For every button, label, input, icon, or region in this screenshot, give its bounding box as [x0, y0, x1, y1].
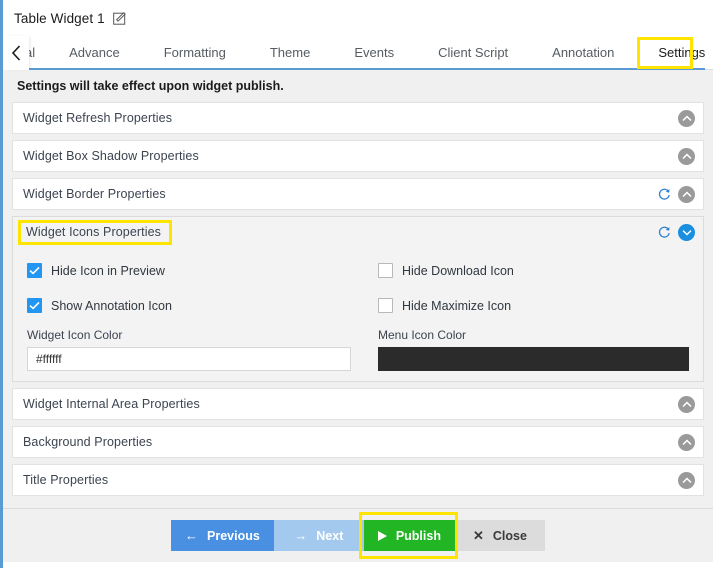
accordion-background-properties: Background Properties: [12, 426, 704, 458]
accordion-title-wrapper: Widget Icons Properties: [18, 219, 657, 245]
chevron-up-icon[interactable]: [678, 185, 695, 203]
tab-client-script[interactable]: Client Script: [416, 36, 530, 69]
chevron-up-icon[interactable]: [678, 109, 695, 127]
tab-label: Events: [354, 45, 395, 60]
tab-bar: al Advance Formatting Theme Events Clien…: [3, 36, 713, 70]
tab-label: Formatting: [163, 45, 226, 60]
settings-body: Settings will take effect upon widget pu…: [3, 70, 713, 562]
accordion-actions: [678, 109, 695, 127]
chevron-down-icon[interactable]: [678, 223, 695, 241]
accordion-header[interactable]: Widget Refresh Properties: [13, 103, 703, 133]
close-button[interactable]: ✕ Close: [454, 520, 545, 551]
tab-label: Theme: [269, 45, 311, 60]
menu-icon-color-field: Menu Icon Color: [365, 323, 689, 371]
chevron-up-icon[interactable]: [678, 471, 695, 489]
checkbox-label: Hide Download Icon: [402, 263, 514, 278]
tab-label: Advance: [69, 45, 120, 60]
checkbox-label: Hide Icon in Preview: [51, 263, 165, 278]
widget-icon-color-label: Widget Icon Color: [27, 328, 123, 342]
close-label: Close: [492, 528, 527, 543]
publish-button[interactable]: Publish: [363, 520, 455, 551]
next-label: Next: [316, 528, 344, 543]
accordion-header[interactable]: Widget Box Shadow Properties: [13, 141, 703, 171]
hide-maximize-icon-checkbox[interactable]: [378, 298, 393, 313]
accordion-title: Widget Internal Area Properties: [23, 397, 200, 411]
dialog-footer: ← Previous → Next Publish ✕ Close: [3, 508, 713, 562]
accordion-actions: [657, 185, 695, 203]
chevron-up-icon[interactable]: [678, 433, 695, 451]
accordion-actions: [657, 223, 695, 241]
accordion-actions: [678, 395, 695, 413]
accordion-title: Widget Border Properties: [23, 187, 166, 201]
next-button[interactable]: → Next: [273, 520, 364, 551]
show-annotation-icon-checkbox[interactable]: [27, 298, 42, 313]
checkbox-row-show-annotation-icon[interactable]: Show Annotation Icon: [27, 288, 351, 323]
tab-label: Settings: [658, 45, 706, 60]
accordion-header[interactable]: Title Properties: [13, 465, 703, 495]
widget-settings-dialog: Table Widget 1 al Advance Formatting The…: [0, 0, 713, 568]
chevron-left-icon: [11, 45, 20, 61]
hide-icon-in-preview-checkbox[interactable]: [27, 263, 42, 278]
accordion-list: Widget Refresh Properties Widget Box Sha…: [12, 102, 704, 497]
arrow-left-icon: ←: [185, 528, 199, 543]
tab-annotation[interactable]: Annotation: [530, 36, 636, 69]
check-icon: [29, 301, 40, 310]
chevron-up-icon[interactable]: [678, 147, 695, 165]
accordion-actions: [678, 147, 695, 165]
accordion-title: Widget Refresh Properties: [23, 111, 173, 125]
arrow-right-icon: →: [294, 528, 308, 543]
checkbox-label: Hide Maximize Icon: [402, 298, 512, 313]
accordion-header[interactable]: Widget Internal Area Properties: [13, 389, 703, 419]
accordion-widget-box-shadow-properties: Widget Box Shadow Properties: [12, 140, 704, 172]
checkbox-row-hide-icon-in-preview[interactable]: Hide Icon in Preview: [27, 253, 351, 288]
previous-button[interactable]: ← Previous: [171, 520, 274, 551]
chevron-up-icon[interactable]: [678, 395, 695, 413]
dialog-titlebar: Table Widget 1: [3, 0, 713, 36]
accordion-header[interactable]: Background Properties: [13, 427, 703, 457]
pencil-edit-icon[interactable]: [113, 11, 128, 26]
tab-label: Client Script: [438, 45, 509, 60]
accordion-header[interactable]: Widget Icons Properties: [13, 217, 703, 247]
widget-icons-form: Hide Icon in Preview Hide Download Icon …: [13, 247, 703, 371]
hide-download-icon-checkbox[interactable]: [378, 263, 393, 278]
accordion-title: Background Properties: [23, 435, 153, 449]
tab-theme[interactable]: Theme: [248, 36, 332, 69]
checkbox-row-hide-maximize-icon[interactable]: Hide Maximize Icon: [365, 288, 689, 323]
widget-icons-properties-highlight: Widget Icons Properties: [18, 219, 172, 245]
tab-advance[interactable]: Advance: [47, 36, 142, 69]
page-title: Table Widget 1: [14, 10, 105, 26]
accordion-widget-icons-properties: Widget Icons Properties Hide Icon in Pre…: [12, 216, 704, 382]
menu-icon-color-swatch[interactable]: [378, 347, 689, 371]
tab-events[interactable]: Events: [332, 36, 416, 69]
accordion-title: Widget Icons Properties: [26, 224, 161, 239]
accordion-title: Title Properties: [23, 473, 109, 487]
menu-icon-color-label: Menu Icon Color: [378, 328, 467, 342]
accordion-title: Widget Box Shadow Properties: [23, 149, 199, 163]
checkbox-label: Show Annotation Icon: [51, 298, 172, 313]
accordion-title-properties: Title Properties: [12, 464, 704, 496]
tab-formatting[interactable]: Formatting: [142, 36, 248, 69]
check-icon: [29, 266, 40, 275]
widget-icon-color-input[interactable]: #ffffff: [27, 347, 351, 371]
accordion-widget-refresh-properties: Widget Refresh Properties: [12, 102, 704, 134]
play-triangle-icon: [377, 530, 387, 541]
accordion-actions: [678, 471, 695, 489]
settings-notice: Settings will take effect upon widget pu…: [17, 79, 284, 93]
accordion-actions: [678, 433, 695, 451]
accordion-widget-border-properties: Widget Border Properties: [12, 178, 704, 210]
reset-refresh-icon[interactable]: [657, 187, 672, 202]
tabs-scroll-left-button[interactable]: [3, 36, 29, 70]
publish-button-wrapper: Publish: [358, 512, 458, 559]
tab-settings[interactable]: Settings: [636, 36, 713, 69]
accordion-widget-internal-area-properties: Widget Internal Area Properties: [12, 388, 704, 420]
tab-label: Annotation: [552, 45, 615, 60]
accordion-header[interactable]: Widget Border Properties: [13, 179, 703, 209]
publish-label: Publish: [395, 528, 441, 543]
checkbox-row-hide-download-icon[interactable]: Hide Download Icon: [365, 253, 689, 288]
widget-icon-color-field: Widget Icon Color #ffffff: [27, 323, 351, 371]
previous-label: Previous: [207, 528, 260, 543]
close-x-icon: ✕: [473, 528, 484, 543]
reset-refresh-icon[interactable]: [657, 225, 672, 240]
